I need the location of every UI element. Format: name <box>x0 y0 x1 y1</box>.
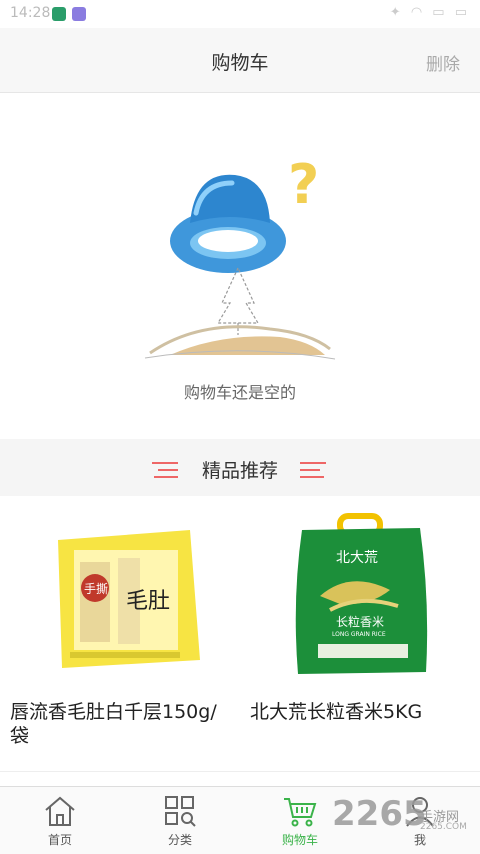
recommend-title: 精品推荐 <box>201 460 278 482</box>
question-mark-icon: ? <box>288 153 319 216</box>
product-grid: 手撕 毛肚 唇流香毛肚白千层150g/袋 北大荒 长粒香米 LONG GRAIN… <box>0 496 480 771</box>
empty-cart-message: 购物车还是空的 <box>183 383 296 402</box>
decorative-lines-right-icon <box>300 462 326 478</box>
product-card[interactable]: 北大荒 长粒香米 LONG GRAIN RICE 北大荒长粒香米5KG <box>240 496 480 771</box>
recommend-header: 精品推荐 <box>0 442 480 496</box>
package-en-text: LONG GRAIN RICE <box>332 631 386 638</box>
watermark-url: 2265.COM <box>420 822 467 832</box>
product-card[interactable]: 手撕 毛肚 唇流香毛肚白千层150g/袋 <box>0 496 240 771</box>
empty-cart-panel: ? 购物车还是空的 <box>0 93 480 439</box>
product-name: 北大荒长粒香米5KG <box>250 701 423 723</box>
tab-label: 首页 <box>47 833 72 847</box>
product-image: 手撕 毛肚 <box>58 530 200 668</box>
product-image: 北大荒 长粒香米 LONG GRAIN RICE <box>295 513 428 674</box>
package-label-1: 手撕 <box>84 582 108 596</box>
package-brand: 北大荒 <box>336 550 378 566</box>
watermark-logo: 2265 <box>332 794 427 834</box>
tab-label: 分类 <box>167 833 192 847</box>
notification-app-icon <box>52 7 66 21</box>
cart-icon <box>284 798 317 827</box>
next-row-hint <box>0 771 480 786</box>
package-label-2: 毛肚 <box>126 589 170 614</box>
status-bar: 14:28 ✦ ◠ ▭ ▭ <box>0 0 480 28</box>
page-title: 购物车 <box>211 52 269 74</box>
status-time: 14:28 <box>10 5 51 21</box>
delete-button[interactable]: 删除 <box>426 50 460 75</box>
empty-cart-illustration: ? <box>144 153 336 360</box>
package-product-text: 长粒香米 <box>336 614 384 629</box>
notification-app-icon <box>72 7 86 21</box>
product-name: 唇流香毛肚白千层150g/袋 <box>10 701 217 747</box>
tab-home[interactable]: 首页 <box>0 787 120 854</box>
category-icon <box>165 796 196 827</box>
home-icon <box>45 796 75 826</box>
header: 购物车 删除 <box>0 28 480 93</box>
status-indicators: ✦ ◠ ▭ ▭ <box>389 5 470 20</box>
tab-category[interactable]: 分类 <box>120 787 240 854</box>
